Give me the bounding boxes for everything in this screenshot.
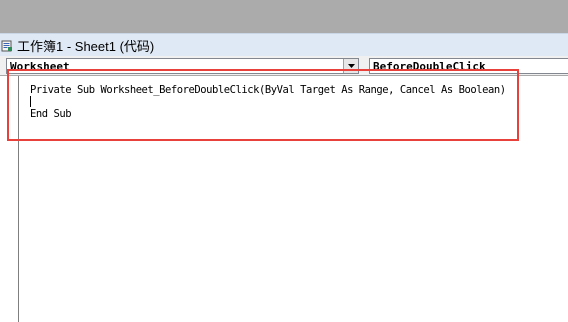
window-title: 工作簿1 - Sheet1 (代码) [17, 38, 155, 54]
object-dropdown-value: Worksheet [10, 60, 70, 73]
code-editor[interactable]: Private Sub Worksheet_BeforeDoubleClick(… [0, 76, 568, 322]
object-dropdown[interactable]: Worksheet [6, 58, 359, 74]
code-line-end-sub[interactable]: End Sub [30, 108, 72, 120]
background-area [0, 0, 568, 33]
procedure-dropdown[interactable]: BeforeDoubleClick [369, 58, 568, 74]
code-line-procedure-declaration[interactable]: Private Sub Worksheet_BeforeDoubleClick(… [30, 84, 506, 96]
procedure-dropdown-value: BeforeDoubleClick [373, 60, 486, 73]
combo-row: Worksheet BeforeDoubleClick [0, 56, 568, 76]
margin-indicator-bar [18, 76, 19, 322]
dropdown-arrow-icon[interactable] [343, 59, 358, 73]
code-window-titlebar: 工作簿1 - Sheet1 (代码) [0, 33, 568, 56]
vba-module-icon [1, 39, 13, 52]
text-caret [30, 96, 31, 107]
